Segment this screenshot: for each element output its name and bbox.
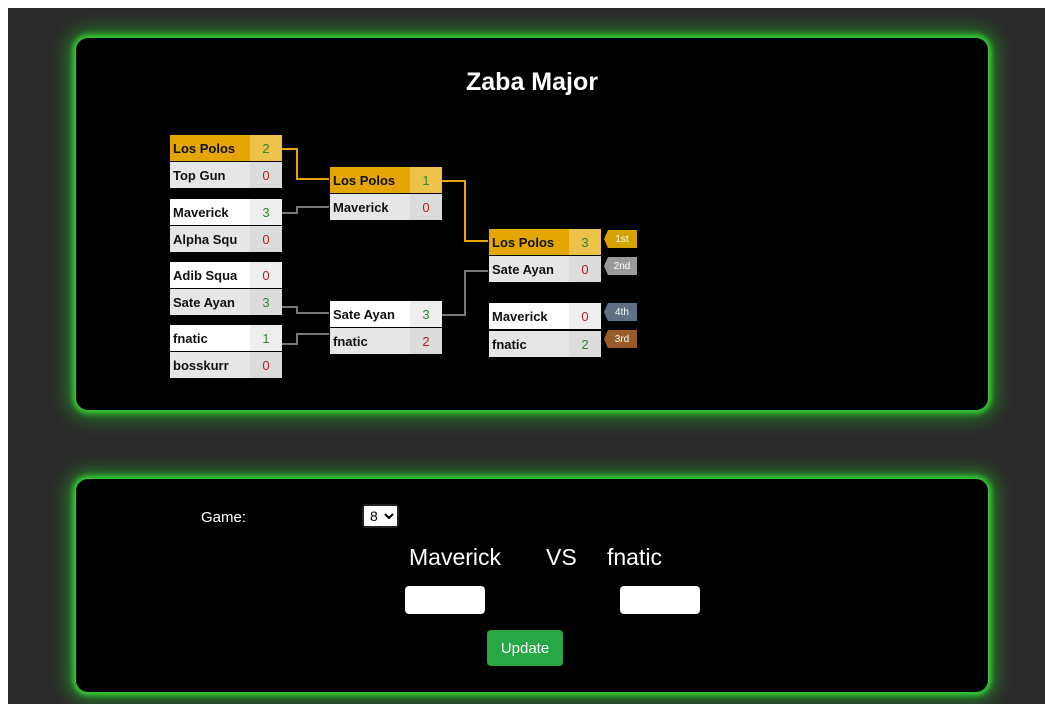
bracket-panel: Zaba Major Los Polos 2 Top Gun 0 Maveric…	[76, 38, 988, 410]
bracket-team-r2-3[interactable]: Sate Ayan 3	[330, 301, 442, 327]
team-b-name: fnatic	[607, 544, 662, 570]
bracket-team-r1-8[interactable]: bosskurr 0	[170, 352, 282, 378]
connector-line	[296, 206, 329, 208]
place-badge-3rd: 3rd	[604, 330, 637, 348]
update-button[interactable]: Update	[487, 630, 563, 666]
bracket-team-r1-7[interactable]: fnatic 1	[170, 325, 282, 351]
team-name: Sate Ayan	[170, 289, 250, 315]
bracket-team-r2-4[interactable]: fnatic 2	[330, 328, 442, 354]
connector-line	[442, 180, 464, 182]
bracket-team-3rd-1[interactable]: Maverick 0	[489, 303, 601, 329]
bracket-team-r1-4[interactable]: Alpha Squ 0	[170, 226, 282, 252]
team-score: 3	[410, 301, 442, 327]
bracket-team-r1-2[interactable]: Top Gun 0	[170, 162, 282, 188]
connector-line	[464, 270, 488, 272]
connector-line	[442, 314, 464, 316]
team-name: Los Polos	[489, 229, 569, 255]
team-score: 2	[250, 135, 282, 161]
team-name: fnatic	[489, 331, 569, 357]
bracket-team-r1-5[interactable]: Adib Squa 0	[170, 262, 282, 288]
tournament-title: Zaba Major	[466, 68, 598, 96]
team-score: 0	[410, 194, 442, 220]
team-name: fnatic	[330, 328, 410, 354]
team-name: Alpha Squ	[170, 226, 250, 252]
team-name: Los Polos	[170, 135, 250, 161]
bracket-team-final-1[interactable]: Los Polos 3	[489, 229, 601, 255]
team-score: 1	[250, 325, 282, 351]
team-name: Sate Ayan	[330, 301, 410, 327]
connector-line	[296, 312, 329, 314]
team-score: 0	[250, 162, 282, 188]
team-name: Maverick	[170, 199, 250, 225]
team-score: 0	[250, 262, 282, 288]
connector-line	[464, 180, 466, 242]
connector-line	[282, 343, 297, 345]
vs-label: VS	[546, 544, 577, 570]
bracket-team-r1-1[interactable]: Los Polos 2	[170, 135, 282, 161]
team-name: Top Gun	[170, 162, 250, 188]
team-a-name: Maverick	[409, 544, 502, 570]
team-score: 0	[250, 352, 282, 378]
team-name: Sate Ayan	[489, 256, 569, 282]
connector-line	[464, 270, 466, 316]
team-name: Adib Squa	[170, 262, 250, 288]
place-badge-4th: 4th	[604, 303, 637, 321]
bracket-team-3rd-2[interactable]: fnatic 2	[489, 331, 601, 357]
bracket-team-r1-6[interactable]: Sate Ayan 3	[170, 289, 282, 315]
page-frame: Zaba Major Los Polos 2 Top Gun 0 Maveric…	[8, 8, 1045, 704]
place-badge-2nd: 2nd	[604, 257, 637, 275]
bracket-team-r2-1[interactable]: Los Polos 1	[330, 167, 442, 193]
game-label: Game:	[201, 509, 247, 526]
team-a-score-input[interactable]	[405, 586, 485, 614]
team-score: 3	[569, 229, 601, 255]
team-score: 3	[250, 289, 282, 315]
team-score: 2	[410, 328, 442, 354]
connector-line	[282, 306, 297, 308]
team-name: bosskurr	[170, 352, 250, 378]
bracket-team-r1-3[interactable]: Maverick 3	[170, 199, 282, 225]
team-name: Maverick	[489, 303, 569, 329]
team-score: 3	[250, 199, 282, 225]
bracket-team-r2-2[interactable]: Maverick 0	[330, 194, 442, 220]
team-score: 0	[569, 303, 601, 329]
team-name: fnatic	[170, 325, 250, 351]
team-score: 1	[410, 167, 442, 193]
team-b-score-input[interactable]	[620, 586, 700, 614]
connector-line	[296, 178, 329, 180]
place-badge-1st: 1st	[604, 230, 637, 248]
score-update-panel: Game: 8 Maverick VS fnatic Update	[76, 479, 988, 692]
connector-line	[282, 148, 297, 150]
team-score: 2	[569, 331, 601, 357]
team-score: 0	[250, 226, 282, 252]
connector-line	[282, 212, 297, 214]
connector-line	[464, 240, 488, 242]
connector-line	[296, 333, 329, 335]
game-select[interactable]: 8	[362, 504, 399, 528]
connector-line	[296, 148, 298, 180]
bracket-team-final-2[interactable]: Sate Ayan 0	[489, 256, 601, 282]
team-name: Los Polos	[330, 167, 410, 193]
team-name: Maverick	[330, 194, 410, 220]
team-score: 0	[569, 256, 601, 282]
